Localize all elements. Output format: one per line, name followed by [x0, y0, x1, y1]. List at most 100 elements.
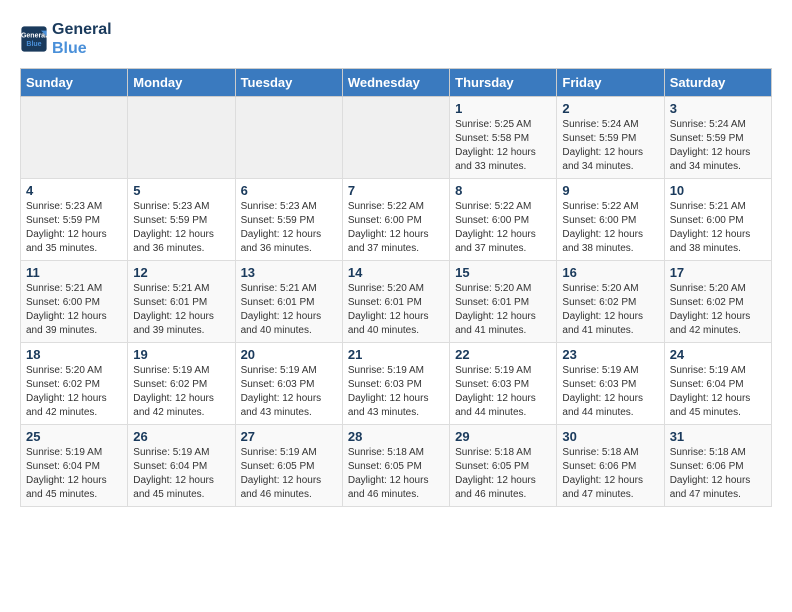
day-number: 11 — [26, 265, 122, 280]
day-info: Sunrise: 5:20 AMSunset: 6:02 PMDaylight:… — [562, 282, 658, 338]
day-info: Sunrise: 5:19 AMSunset: 6:03 PMDaylight:… — [348, 364, 444, 420]
day-number: 28 — [348, 429, 444, 444]
calendar-cell: 15Sunrise: 5:20 AMSunset: 6:01 PMDayligh… — [450, 261, 557, 343]
calendar-cell: 21 Sunrise: 5:19 AMSunset: 6:03 PMDayligh… — [342, 343, 449, 425]
calendar-cell: 4Sunrise: 5:23 AMSunset: 5:59 PMDaylight… — [21, 179, 128, 261]
page-header: General Blue General Blue — [20, 20, 772, 58]
calendar-cell: 11 Sunrise: 5:21 AMSunset: 6:00 PMDayligh… — [21, 261, 128, 343]
day-number: 14 — [348, 265, 444, 280]
day-number: 27 — [241, 429, 337, 444]
day-info: Sunrise: 5:18 AMSunset: 6:06 PMDaylight:… — [562, 446, 658, 502]
day-info: Sunrise: 5:21 AMSunset: 6:00 PMDaylight:… — [26, 282, 122, 338]
day-number: 30 — [562, 429, 658, 444]
day-info: Sunrise: 5:22 AMSunset: 6:00 PMDaylight:… — [348, 200, 444, 256]
calendar-cell: 1 Sunrise: 5:25 AMSunset: 5:58 PMDaylight… — [450, 97, 557, 179]
day-info: Sunrise: 5:24 AMSunset: 5:59 PMDaylight:… — [562, 118, 658, 174]
day-info: Sunrise: 5:19 AMSunset: 6:02 PMDaylight:… — [133, 364, 229, 420]
calendar-cell: 19 Sunrise: 5:19 AMSunset: 6:02 PMDayligh… — [128, 343, 235, 425]
calendar-cell: 27 Sunrise: 5:19 AMSunset: 6:05 PMDayligh… — [235, 425, 342, 507]
day-number: 17 — [670, 265, 766, 280]
day-number: 24 — [670, 347, 766, 362]
day-number: 23 — [562, 347, 658, 362]
calendar-week-4: 18 Sunrise: 5:20 AMSunset: 6:02 PMDayligh… — [21, 343, 772, 425]
day-info: Sunrise: 5:19 AMSunset: 6:03 PMDaylight:… — [241, 364, 337, 420]
calendar-cell: 25 Sunrise: 5:19 AMSunset: 6:04 PMDayligh… — [21, 425, 128, 507]
calendar-cell: 24Sunrise: 5:19 AMSunset: 6:04 PMDayligh… — [664, 343, 771, 425]
weekday-header-wednesday: Wednesday — [342, 69, 449, 97]
day-number: 31 — [670, 429, 766, 444]
calendar-cell — [128, 97, 235, 179]
calendar-cell — [342, 97, 449, 179]
day-info: Sunrise: 5:19 AMSunset: 6:03 PMDaylight:… — [455, 364, 551, 420]
logo-icon: General Blue — [20, 25, 48, 53]
day-info: Sunrise: 5:19 AMSunset: 6:04 PMDaylight:… — [26, 446, 122, 502]
day-number: 9 — [562, 183, 658, 198]
day-number: 7 — [348, 183, 444, 198]
weekday-header-saturday: Saturday — [664, 69, 771, 97]
day-number: 13 — [241, 265, 337, 280]
calendar-cell: 22 Sunrise: 5:19 AMSunset: 6:03 PMDayligh… — [450, 343, 557, 425]
weekday-header-sunday: Sunday — [21, 69, 128, 97]
day-info: Sunrise: 5:23 AMSunset: 5:59 PMDaylight:… — [133, 200, 229, 256]
day-info: Sunrise: 5:18 AMSunset: 6:05 PMDaylight:… — [455, 446, 551, 502]
calendar-cell: 20 Sunrise: 5:19 AMSunset: 6:03 PMDayligh… — [235, 343, 342, 425]
day-info: Sunrise: 5:20 AMSunset: 6:02 PMDaylight:… — [26, 364, 122, 420]
day-info: Sunrise: 5:21 AMSunset: 6:01 PMDaylight:… — [133, 282, 229, 338]
day-info: Sunrise: 5:25 AMSunset: 5:58 PMDaylight:… — [455, 118, 551, 174]
weekday-header-monday: Monday — [128, 69, 235, 97]
calendar-week-3: 11 Sunrise: 5:21 AMSunset: 6:00 PMDayligh… — [21, 261, 772, 343]
day-number: 20 — [241, 347, 337, 362]
calendar-cell: 14Sunrise: 5:20 AMSunset: 6:01 PMDayligh… — [342, 261, 449, 343]
calendar-week-2: 4 Sunrise: 5:23 AMSunset: 5:59 PMDaylight… — [21, 179, 772, 261]
day-number: 18 — [26, 347, 122, 362]
day-number: 1 — [455, 101, 551, 116]
day-info: Sunrise: 5:21 AMSunset: 6:00 PMDaylight:… — [670, 200, 766, 256]
day-info: Sunrise: 5:18 AMSunset: 6:06 PMDaylight:… — [670, 446, 766, 502]
svg-text:Blue: Blue — [26, 41, 41, 48]
calendar-cell: 18 Sunrise: 5:20 AMSunset: 6:02 PMDayligh… — [21, 343, 128, 425]
day-number: 22 — [455, 347, 551, 362]
calendar-cell: 3Sunrise: 5:24 AMSunset: 5:59 PMDaylight… — [664, 97, 771, 179]
calendar-cell: 8 Sunrise: 5:22 AMSunset: 6:00 PMDaylight… — [450, 179, 557, 261]
weekday-header-row: SundayMondayTuesdayWednesdayThursdayFrid… — [21, 69, 772, 97]
day-number: 21 — [348, 347, 444, 362]
day-number: 19 — [133, 347, 229, 362]
calendar-cell: 9 Sunrise: 5:22 AMSunset: 6:00 PMDaylight… — [557, 179, 664, 261]
day-number: 12 — [133, 265, 229, 280]
calendar-cell: 23 Sunrise: 5:19 AMSunset: 6:03 PMDayligh… — [557, 343, 664, 425]
day-info: Sunrise: 5:24 AMSunset: 5:59 PMDaylight:… — [670, 118, 766, 174]
day-info: Sunrise: 5:21 AMSunset: 6:01 PMDaylight:… — [241, 282, 337, 338]
day-number: 15 — [455, 265, 551, 280]
day-number: 5 — [133, 183, 229, 198]
calendar-cell: 17 Sunrise: 5:20 AMSunset: 6:02 PMDayligh… — [664, 261, 771, 343]
day-info: Sunrise: 5:19 AMSunset: 6:03 PMDaylight:… — [562, 364, 658, 420]
weekday-header-thursday: Thursday — [450, 69, 557, 97]
day-number: 8 — [455, 183, 551, 198]
day-info: Sunrise: 5:19 AMSunset: 6:04 PMDaylight:… — [133, 446, 229, 502]
calendar-table: SundayMondayTuesdayWednesdayThursdayFrid… — [20, 68, 772, 507]
calendar-cell: 7 Sunrise: 5:22 AMSunset: 6:00 PMDaylight… — [342, 179, 449, 261]
calendar-cell: 6Sunrise: 5:23 AMSunset: 5:59 PMDaylight… — [235, 179, 342, 261]
calendar-cell: 5 Sunrise: 5:23 AMSunset: 5:59 PMDaylight… — [128, 179, 235, 261]
day-info: Sunrise: 5:20 AMSunset: 6:02 PMDaylight:… — [670, 282, 766, 338]
day-number: 2 — [562, 101, 658, 116]
day-info: Sunrise: 5:22 AMSunset: 6:00 PMDaylight:… — [455, 200, 551, 256]
calendar-cell — [235, 97, 342, 179]
day-info: Sunrise: 5:22 AMSunset: 6:00 PMDaylight:… — [562, 200, 658, 256]
day-number: 29 — [455, 429, 551, 444]
day-number: 25 — [26, 429, 122, 444]
calendar-week-5: 25 Sunrise: 5:19 AMSunset: 6:04 PMDayligh… — [21, 425, 772, 507]
calendar-body: 1 Sunrise: 5:25 AMSunset: 5:58 PMDaylight… — [21, 97, 772, 507]
day-info: Sunrise: 5:19 AMSunset: 6:05 PMDaylight:… — [241, 446, 337, 502]
calendar-cell: 30 Sunrise: 5:18 AMSunset: 6:06 PMDayligh… — [557, 425, 664, 507]
day-number: 16 — [562, 265, 658, 280]
weekday-header-tuesday: Tuesday — [235, 69, 342, 97]
day-number: 4 — [26, 183, 122, 198]
day-number: 26 — [133, 429, 229, 444]
calendar-cell: 10Sunrise: 5:21 AMSunset: 6:00 PMDayligh… — [664, 179, 771, 261]
weekday-header-friday: Friday — [557, 69, 664, 97]
calendar-cell: 12 Sunrise: 5:21 AMSunset: 6:01 PMDayligh… — [128, 261, 235, 343]
calendar-cell: 13 Sunrise: 5:21 AMSunset: 6:01 PMDayligh… — [235, 261, 342, 343]
calendar-cell: 16 Sunrise: 5:20 AMSunset: 6:02 PMDayligh… — [557, 261, 664, 343]
calendar-cell: 29 Sunrise: 5:18 AMSunset: 6:05 PMDayligh… — [450, 425, 557, 507]
